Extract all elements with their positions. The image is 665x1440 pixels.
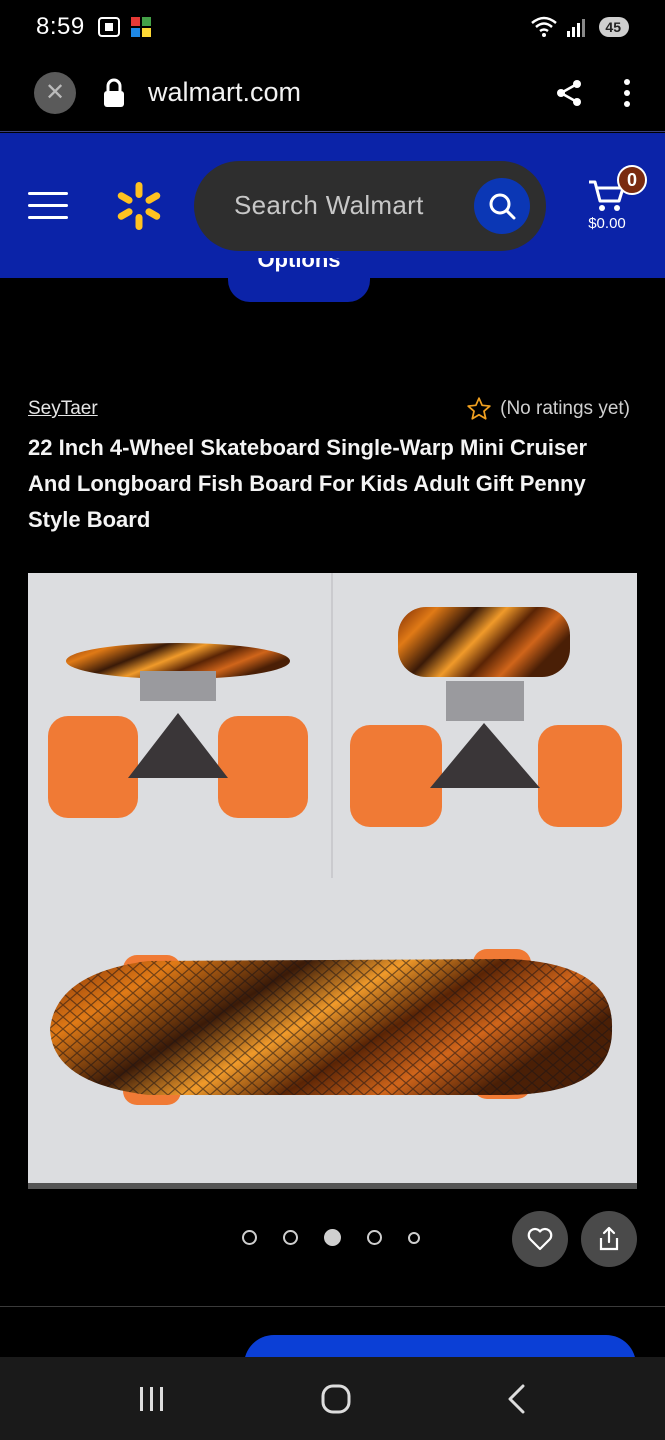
brand-rating-row: SeyTaer (No ratings yet): [28, 396, 630, 422]
heart-icon: [527, 1227, 553, 1251]
cart-count-badge: 0: [617, 165, 647, 195]
carousel-dot[interactable]: [367, 1230, 382, 1245]
options-label: Options: [257, 258, 341, 272]
more-vert-icon[interactable]: [623, 78, 631, 108]
menu-icon[interactable]: [28, 192, 68, 219]
status-time: 8:59: [36, 13, 85, 40]
browser-address-bar: ✕ walmart.com: [0, 54, 665, 132]
status-bar: 8:59 45: [0, 0, 665, 54]
screenshot-icon: [97, 17, 120, 37]
search-input[interactable]: Search Walmart: [194, 160, 546, 251]
search-placeholder: Search Walmart: [234, 190, 424, 220]
section-divider: [0, 1306, 665, 1307]
share-product-button[interactable]: [581, 1211, 637, 1267]
share-box-icon: [599, 1226, 619, 1251]
image-scroll-indicator: [28, 1183, 637, 1189]
search-button[interactable]: [474, 177, 530, 234]
walmart-header: Search Walmart 0 $0.00: [0, 133, 665, 278]
wifi-icon: [531, 16, 558, 37]
share-icon[interactable]: [555, 79, 583, 107]
cart-button[interactable]: 0 $0.00: [577, 165, 647, 232]
recent-apps-icon[interactable]: [137, 1385, 167, 1413]
favorite-button[interactable]: [512, 1211, 568, 1267]
url-text[interactable]: walmart.com: [148, 77, 301, 108]
top-view-board: [50, 949, 613, 1105]
status-notification-icons: [97, 15, 153, 39]
search-icon: [489, 193, 516, 219]
rating[interactable]: (No ratings yet): [466, 396, 630, 422]
product-title: 22 Inch 4-Wheel Skateboard Single-Warp M…: [28, 435, 588, 532]
lock-icon: [104, 78, 124, 107]
battery-indicator: 45: [599, 17, 629, 37]
carousel-dot-active[interactable]: [324, 1229, 341, 1246]
home-icon[interactable]: [320, 1383, 352, 1415]
carousel-dots: [242, 1229, 420, 1246]
app-notification-icon: [130, 17, 151, 37]
rating-text: (No ratings yet): [500, 398, 630, 419]
close-icon: ✕: [44, 79, 66, 106]
skateboard-photo: [28, 573, 637, 1189]
cart-total: $0.00: [588, 215, 626, 232]
carousel-dot[interactable]: [242, 1230, 257, 1245]
carousel-dot[interactable]: [283, 1230, 298, 1245]
carousel-dot[interactable]: [408, 1231, 420, 1244]
back-icon[interactable]: [505, 1383, 529, 1415]
walmart-spark-icon[interactable]: [116, 181, 162, 231]
system-nav-bar: [0, 1357, 665, 1440]
product-image[interactable]: [28, 573, 637, 1189]
brand-link[interactable]: SeyTaer: [28, 398, 98, 420]
signal-icon: [567, 19, 586, 37]
star-icon: [467, 397, 491, 420]
options-button[interactable]: Options: [228, 258, 370, 302]
close-tab-button[interactable]: ✕: [34, 71, 76, 114]
